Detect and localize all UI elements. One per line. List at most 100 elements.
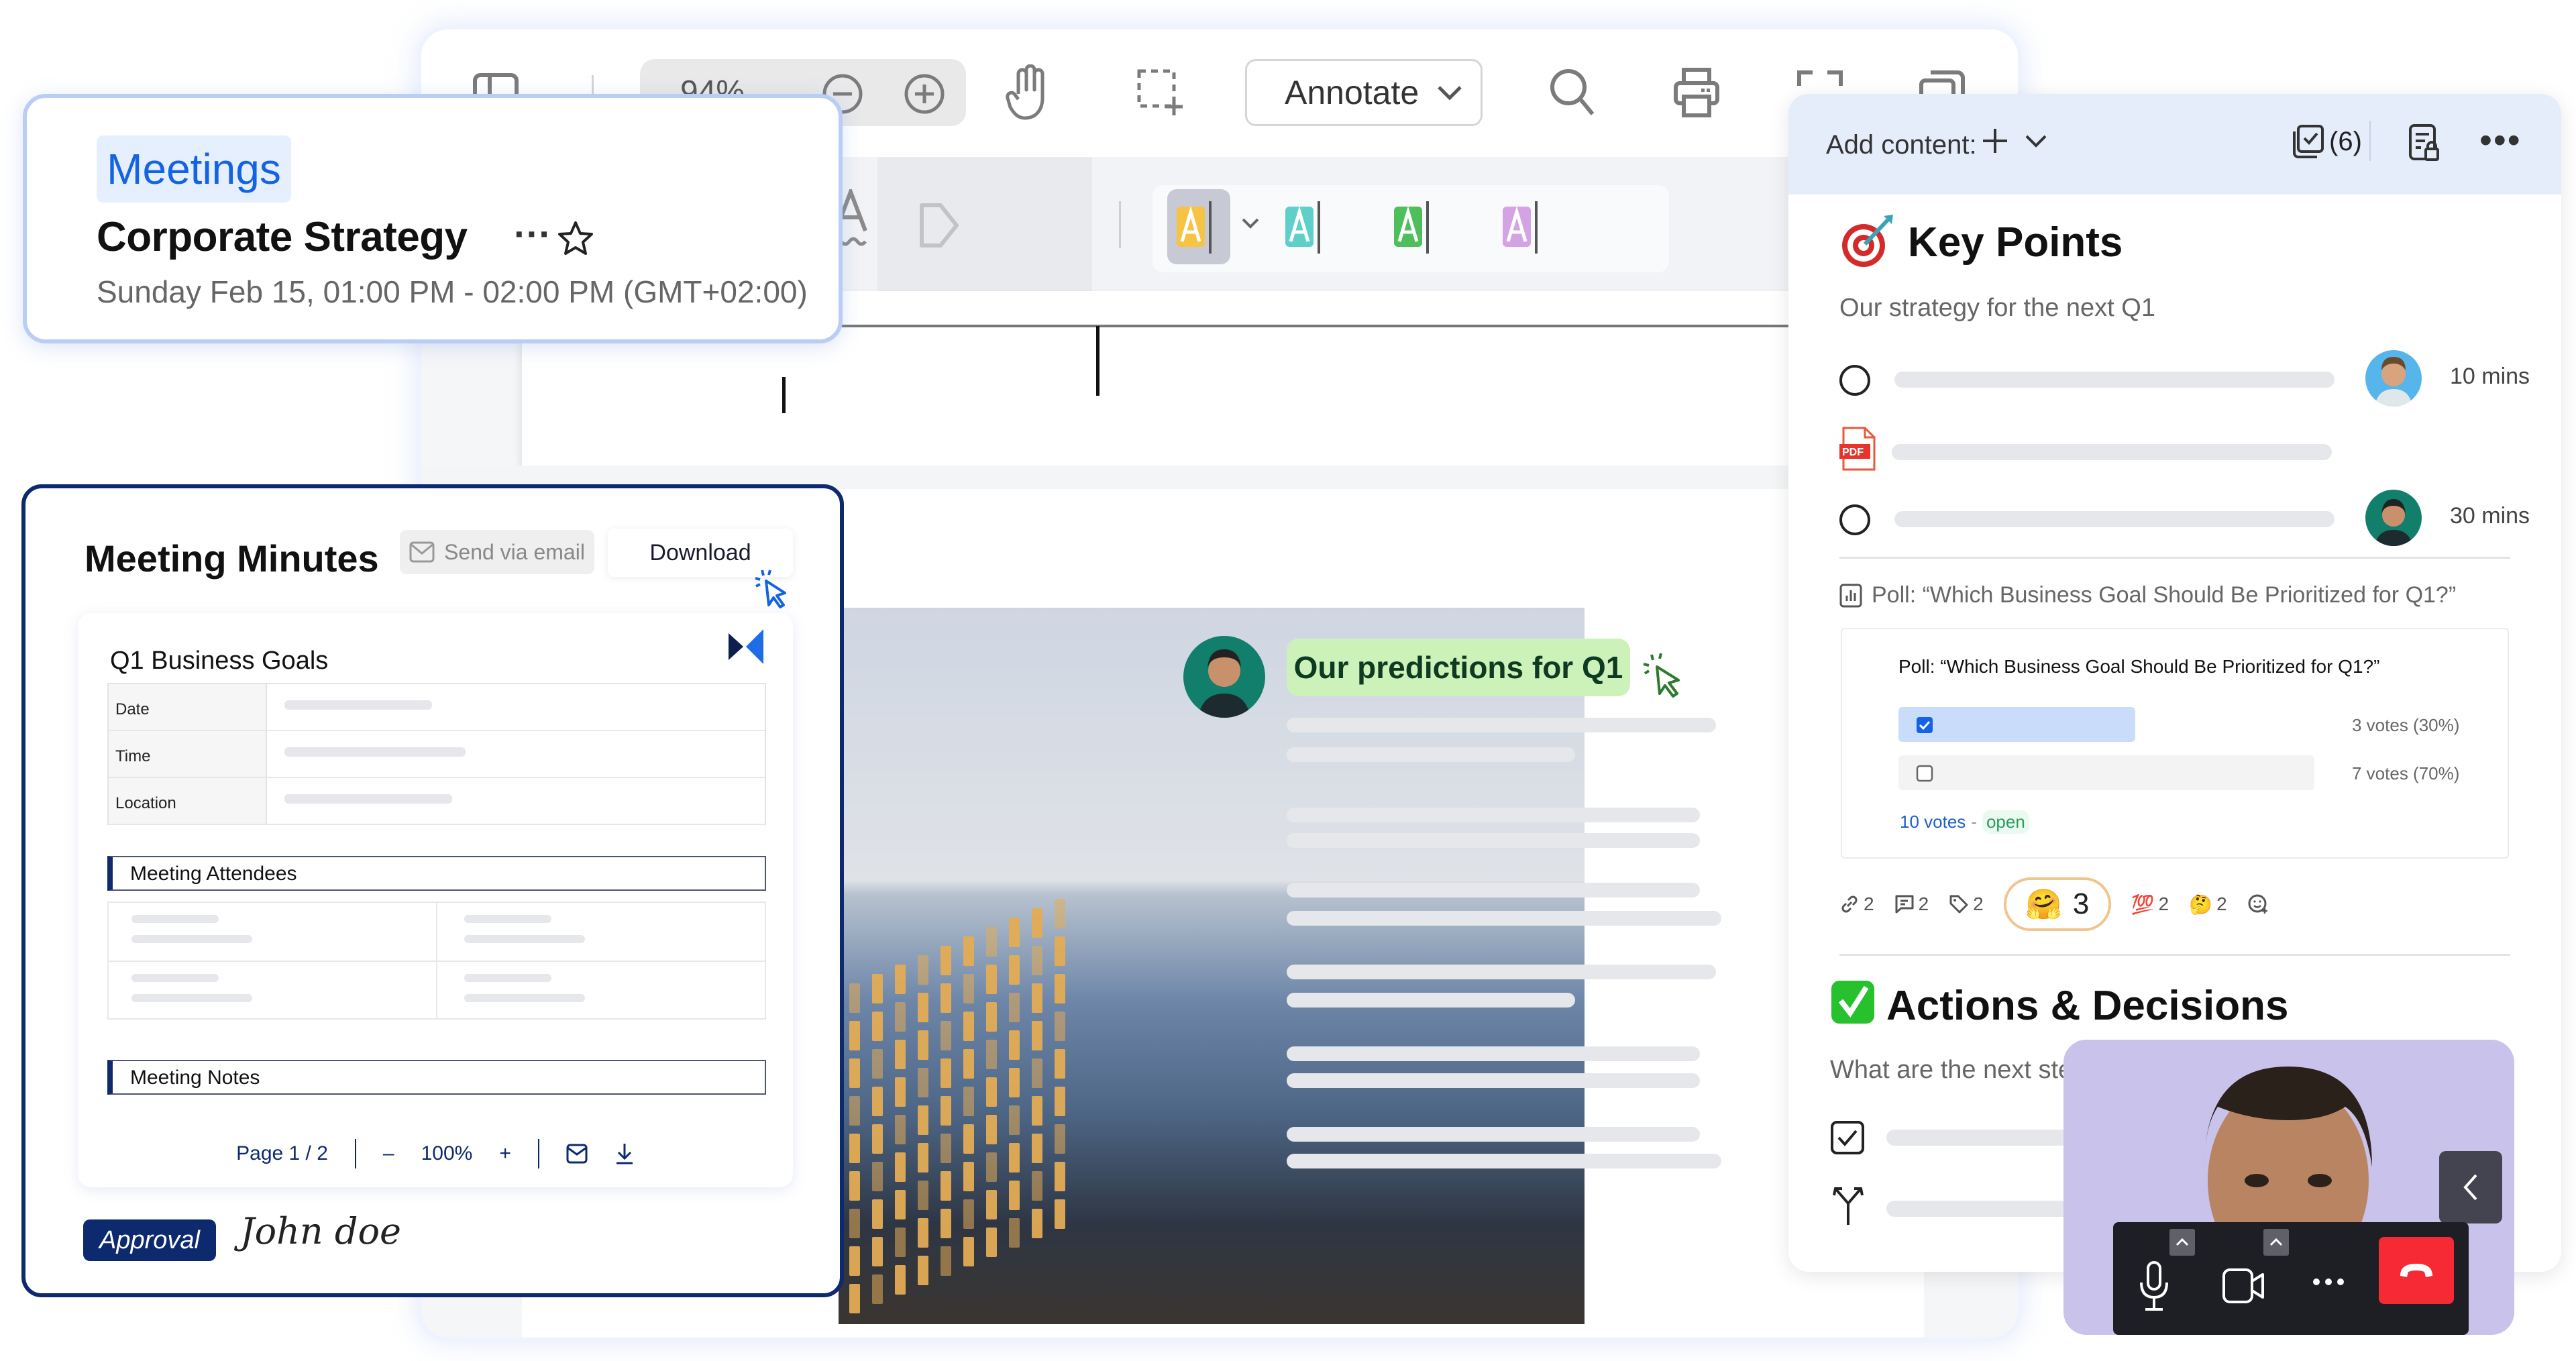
poll-status: open: [1982, 810, 2029, 834]
approval-badge: Approval: [83, 1219, 216, 1261]
building-window: [895, 965, 906, 994]
collapse-panel-button[interactable]: [2439, 1151, 2502, 1223]
add-reaction-icon[interactable]: [2247, 893, 2269, 915]
building-window: [1055, 899, 1065, 928]
building-window: [941, 1134, 951, 1163]
split-decision-icon[interactable]: [1831, 1185, 1865, 1226]
building-window: [963, 1162, 974, 1191]
building-window: [872, 1274, 883, 1304]
poll-total-votes[interactable]: 10 votes: [1900, 812, 1966, 832]
poll-option[interactable]: [1898, 707, 2135, 742]
poll-label: Poll: “Which Business Goal Should Be Pri…: [1839, 582, 2456, 608]
page-indicator: Page 1 / 2: [236, 1142, 328, 1164]
predictions-highlight[interactable]: Our predictions for Q1: [1287, 639, 1630, 696]
tag-arrow-icon[interactable]: [918, 199, 961, 252]
annotate-label: Annotate: [1285, 74, 1419, 111]
building-window: [872, 1162, 883, 1191]
building-window: [918, 955, 928, 985]
building-window: [1055, 1199, 1065, 1229]
actions-decisions-heading: Actions & Decisions: [1886, 983, 2289, 1029]
key-point-radio[interactable]: [1839, 365, 1870, 396]
building-window: [1009, 1105, 1020, 1135]
locked-document-icon[interactable]: [2408, 123, 2439, 162]
mail-icon[interactable]: [566, 1144, 588, 1164]
building-window: [941, 1246, 951, 1276]
poll-option[interactable]: [1898, 755, 2314, 790]
thinking-reaction[interactable]: 🤔 2: [2189, 893, 2226, 916]
highlight-color-swatch[interactable]: [1393, 199, 1440, 256]
highlight-color-swatch[interactable]: [1284, 199, 1331, 256]
zoom-out-button[interactable]: –: [383, 1142, 394, 1165]
building-window: [1055, 974, 1065, 1003]
video-call-tile: [2063, 1040, 2514, 1335]
camera-options-button[interactable]: [2263, 1229, 2289, 1256]
tasks-count-button[interactable]: (6): [2292, 125, 2362, 158]
highlight-color-group: [1152, 185, 1669, 272]
building-window: [1055, 1124, 1065, 1154]
key-point-radio[interactable]: [1839, 504, 1870, 535]
pager-divider: [537, 1139, 539, 1168]
more-options-icon[interactable]: ···: [514, 212, 551, 256]
zoom-level: 100%: [421, 1142, 473, 1164]
camera-icon[interactable]: [2222, 1268, 2265, 1304]
text-placeholder: [284, 747, 466, 757]
building-window: [941, 1096, 951, 1126]
annotate-mode-select[interactable]: Annotate: [1245, 59, 1483, 126]
building-window: [895, 1190, 906, 1219]
print-icon[interactable]: [1673, 67, 1720, 118]
text-placeholder: [1287, 911, 1721, 926]
send-via-email-button[interactable]: Send via email: [400, 530, 594, 574]
hang-up-button[interactable]: [2379, 1237, 2454, 1304]
attendees-grid: [107, 902, 766, 1020]
building-window: [849, 1058, 860, 1088]
building-window: [963, 1124, 974, 1154]
building-window: [986, 1077, 997, 1107]
checkbox-icon: [1916, 765, 1933, 782]
text-placeholder: [464, 935, 585, 943]
notes-section-header: Meeting Notes: [107, 1060, 766, 1095]
pan-hand-icon[interactable]: [1005, 64, 1052, 122]
highlight-color-swatch[interactable]: [1501, 199, 1548, 256]
hundred-reaction[interactable]: 💯 2: [2131, 893, 2169, 916]
search-icon[interactable]: [1548, 67, 1597, 118]
plus-icon[interactable]: [1980, 126, 2010, 156]
key-points-heading: Key Points: [1908, 219, 2123, 266]
pdf-file-icon[interactable]: PDF: [1839, 427, 1877, 471]
mic-options-button[interactable]: [2169, 1229, 2195, 1256]
marquee-select-icon[interactable]: [1136, 68, 1183, 118]
download-icon[interactable]: [614, 1142, 635, 1165]
meetings-badge[interactable]: Meetings: [97, 135, 291, 203]
more-options-icon[interactable]: •••: [2479, 119, 2522, 161]
building-window: [849, 1134, 860, 1163]
chevron-down-icon[interactable]: [1241, 217, 1260, 229]
more-options-icon[interactable]: [2312, 1277, 2345, 1287]
info-row-label: Date: [109, 684, 267, 730]
building-window: [986, 1228, 997, 1257]
building-window: [872, 1012, 883, 1041]
chevron-down-icon[interactable]: [2025, 134, 2047, 149]
highlight-color-swatch[interactable]: [1175, 199, 1222, 256]
links-reaction[interactable]: 2: [1839, 893, 1874, 915]
checkbox-checked-icon: [1916, 716, 1933, 734]
check-mark-emoji-icon: [1830, 979, 1876, 1025]
microphone-icon[interactable]: [2139, 1260, 2169, 1313]
doc-title: Q1 Business Goals: [110, 647, 329, 675]
checkbox-checked-icon[interactable]: [1830, 1120, 1865, 1155]
poll-card: Poll: “Which Business Goal Should Be Pri…: [1841, 628, 2509, 859]
text-placeholder: [464, 994, 585, 1002]
thinking-emoji: 🤔: [2189, 893, 2213, 915]
zoom-in-icon[interactable]: [903, 72, 946, 115]
hug-reaction[interactable]: 🤗 3: [2003, 877, 2111, 931]
zoom-in-button[interactable]: +: [499, 1142, 511, 1165]
meeting-datetime: Sunday Feb 15, 01:00 PM - 02:00 PM (GMT+…: [97, 274, 808, 309]
building-window: [1032, 983, 1042, 1013]
toolbar-divider: [1119, 201, 1121, 248]
poll-separator: -: [1971, 812, 1977, 832]
text-placeholder: [1287, 718, 1716, 732]
comments-reaction[interactable]: 2: [1894, 893, 1929, 915]
star-icon[interactable]: [557, 220, 594, 258]
text-placeholder: [1287, 993, 1575, 1008]
building-window: [918, 1105, 928, 1135]
tags-reaction[interactable]: 2: [1949, 893, 1984, 915]
building-window: [872, 1199, 883, 1229]
